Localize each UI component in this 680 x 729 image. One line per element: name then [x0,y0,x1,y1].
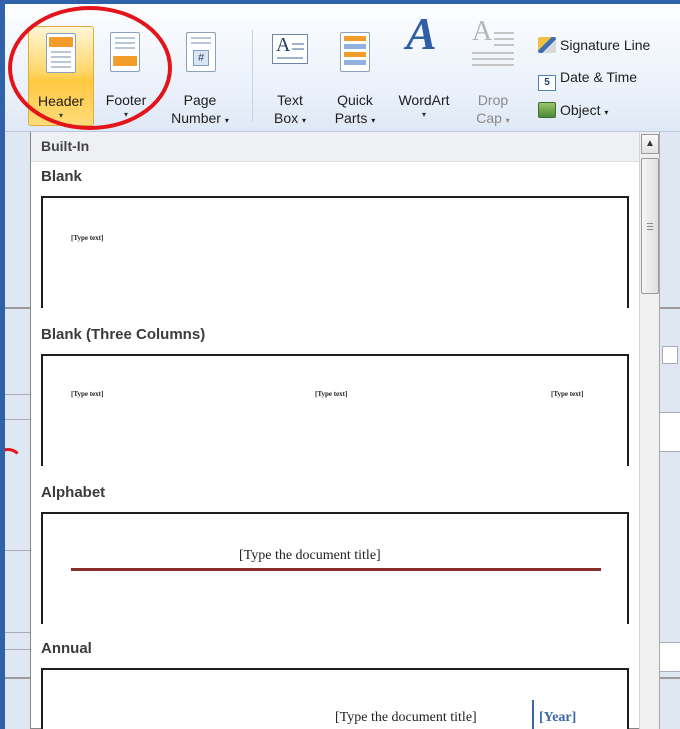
signature-pen-icon [538,37,556,53]
page-number-button[interactable]: # Page Number ▾ [160,26,240,126]
header-gallery: Built-In Blank [Type text] Blank (Three … [30,132,641,729]
scroll-grip-icon [647,223,653,230]
type-text-left-placeholder: [Type text] [71,390,104,398]
blank-header-option[interactable]: [Type text] [41,196,629,308]
text-box-label-2: Box ▾ [273,110,307,126]
drop-cap-icon: A [472,18,516,68]
page-number-label-1: Page [183,92,217,108]
blank-three-columns-option[interactable]: [Type text] [Type text] [Type text] [41,354,629,466]
annual-header-option[interactable]: [Type the document title] [Year] [41,668,629,729]
alphabet-title: Alphabet [41,484,106,501]
page-number-icon: # [186,32,216,72]
ribbon-separator [252,30,253,122]
year-placeholder: [Year] [539,710,577,725]
annotation-circle [8,6,172,130]
quick-parts-label-2: Parts ▾ [334,110,376,126]
text-box-label-1: Text [277,92,303,108]
date-time-button[interactable]: 5 Date & Time [538,66,637,91]
alphabet-rule [71,568,601,571]
signature-line-button[interactable]: Signature Line [538,34,650,56]
drop-cap-label-1: Drop [477,92,509,108]
scroll-thumb[interactable] [641,158,659,294]
word-window: Header ▾ Footer ▾ # Page Number ▾ A Text… [0,0,680,729]
window-edge [0,0,5,729]
wordart-label: WordArt [398,92,450,108]
blank-title: Blank [41,168,82,185]
annual-divider [532,700,534,729]
type-text-right-placeholder: [Type text] [551,390,584,398]
document-title-placeholder: [Type the document title] [239,548,381,563]
annual-title: Annual [41,640,92,657]
built-in-label: Built-In [41,138,90,154]
quick-parts-button[interactable]: Quick Parts ▾ [324,26,386,126]
page-number-label-2: Number ▾ [171,110,229,126]
object-button[interactable]: Object ▾ [538,99,608,121]
text-box-button[interactable]: A Text Box ▾ [262,26,318,126]
gallery-scrollbar[interactable]: ▲ [639,132,660,729]
quick-parts-label-1: Quick [337,92,373,108]
blank-three-columns-title: Blank (Three Columns) [41,326,206,343]
calendar-icon: 5 [538,75,556,91]
background-document-right [660,132,680,729]
type-text-center-placeholder: [Type text] [315,390,348,398]
scroll-up-arrow-icon[interactable]: ▲ [641,134,659,154]
drop-cap-label-2: Cap ▾ [476,110,510,126]
drop-cap-button[interactable]: A Drop Cap ▾ [462,18,524,126]
wordart-icon: A [406,8,437,59]
wordart-button[interactable]: A WordArt ▾ [390,8,458,126]
alphabet-header-option[interactable]: [Type the document title] [41,512,629,624]
annual-title-placeholder: [Type the document title] [335,710,477,725]
background-document-left [0,132,33,729]
wordart-dropdown-caret: ▾ [421,110,426,119]
ribbon-top-border [0,0,680,4]
object-icon [538,102,556,118]
gallery-group-header: Built-In [31,132,641,162]
type-text-placeholder: [Type text] [71,234,104,242]
object-dropdown-caret: ▾ [604,108,609,117]
text-box-icon: A [272,34,308,64]
quick-parts-icon [340,32,370,72]
